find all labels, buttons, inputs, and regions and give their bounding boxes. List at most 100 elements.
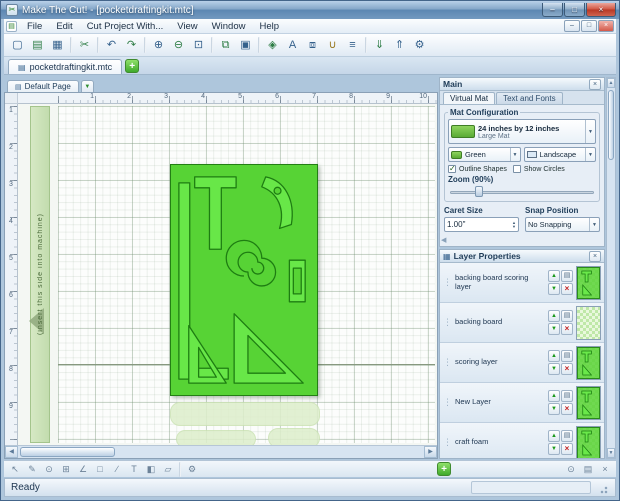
- rect-template-shape[interactable]: [288, 259, 306, 303]
- layer-move-down-button[interactable]: ▼: [548, 403, 560, 415]
- v-scrollbar-track[interactable]: [607, 88, 615, 448]
- layer-drag-handle[interactable]: ⋮: [443, 317, 452, 328]
- layer-visibility-button[interactable]: ▤: [561, 390, 573, 402]
- import-icon[interactable]: ⇓: [370, 36, 389, 55]
- maximize-button[interactable]: □: [564, 3, 585, 17]
- zoom-out-icon[interactable]: ⊖: [169, 36, 188, 55]
- fill-tool-icon[interactable]: ◧: [143, 462, 159, 477]
- layer-thumbnail[interactable]: [576, 345, 601, 380]
- page-tab[interactable]: ▤ Default Page: [7, 80, 79, 92]
- wrench-icon[interactable]: ⚙: [184, 462, 200, 477]
- page-list-dropdown-button[interactable]: ▼: [80, 80, 94, 92]
- french-curve-shape[interactable]: [261, 176, 293, 230]
- close-layers-icon[interactable]: ×: [597, 462, 613, 477]
- menu-item[interactable]: Cut Project With...: [80, 20, 171, 33]
- layer-visibility-button[interactable]: ▤: [561, 310, 573, 322]
- zoom-tool-icon[interactable]: ⊙: [41, 462, 57, 477]
- mdi-close-button[interactable]: ×: [598, 20, 614, 32]
- settings-icon[interactable]: ⚙: [410, 36, 429, 55]
- layer-delete-button[interactable]: ×: [561, 403, 573, 415]
- close-layers-panel-button[interactable]: ×: [589, 250, 601, 262]
- layer-move-down-button[interactable]: ▼: [548, 283, 560, 295]
- layer-visibility-button[interactable]: ▤: [561, 430, 573, 442]
- h-scrollbar-thumb[interactable]: [20, 447, 115, 457]
- redo-icon[interactable]: ↷: [122, 36, 141, 55]
- menu-item[interactable]: Edit: [49, 20, 79, 33]
- select-tool-icon[interactable]: ↖: [7, 462, 23, 477]
- layer-move-down-button[interactable]: ▼: [548, 363, 560, 375]
- layer-delete-button[interactable]: ×: [561, 283, 573, 295]
- mat-color-dropdown[interactable]: Green ▼: [448, 147, 521, 162]
- print-mat-icon[interactable]: ▤: [580, 462, 596, 477]
- eraser-tool-icon[interactable]: ▱: [160, 462, 176, 477]
- layer-delete-button[interactable]: ×: [561, 323, 573, 335]
- collapse-panel-arrow[interactable]: ◀: [441, 236, 446, 244]
- layer-row[interactable]: ⋮ scoring layer ▲ ▤ ▼ ×: [440, 343, 604, 383]
- layer-move-up-button[interactable]: ▲: [548, 310, 560, 322]
- zoom-layers-icon[interactable]: ⊙: [563, 462, 579, 477]
- group-icon[interactable]: ⧈: [303, 36, 322, 55]
- minimize-button[interactable]: –: [542, 3, 563, 17]
- show-circles-checkbox[interactable]: ✓ Show Circles: [512, 165, 565, 173]
- layer-drag-handle[interactable]: ⋮: [443, 357, 452, 368]
- scroll-right-button[interactable]: ▶: [424, 446, 437, 458]
- v-scrollbar-thumb[interactable]: [608, 90, 614, 160]
- measure-tool-icon[interactable]: ∠: [75, 462, 91, 477]
- menu-item[interactable]: File: [20, 20, 49, 33]
- layer-move-up-button[interactable]: ▲: [548, 350, 560, 362]
- align-icon[interactable]: ≡: [343, 36, 362, 55]
- h-scrollbar-track[interactable]: [18, 446, 424, 458]
- save-file-icon[interactable]: ▦: [48, 36, 67, 55]
- layer-drag-handle[interactable]: ⋮: [443, 277, 452, 288]
- mdi-restore-button[interactable]: □: [581, 20, 597, 32]
- layer-move-up-button[interactable]: ▲: [548, 270, 560, 282]
- zoom-slider-track[interactable]: [450, 191, 594, 194]
- layer-move-up-button[interactable]: ▲: [548, 430, 560, 442]
- new-project-tab-button[interactable]: +: [125, 59, 140, 73]
- layer-drag-handle[interactable]: ⋮: [443, 437, 452, 448]
- zoom-slider-thumb[interactable]: [474, 186, 483, 197]
- document-tab[interactable]: ▤ pocketdraftingkit.mtc: [8, 59, 123, 74]
- layer-thumbnail[interactable]: [576, 385, 601, 420]
- close-main-panel-button[interactable]: ×: [589, 78, 601, 90]
- weld-icon[interactable]: ∪: [323, 36, 342, 55]
- horizontal-scrollbar[interactable]: ◀ ▶: [5, 445, 437, 458]
- t-square-shape[interactable]: [194, 176, 237, 250]
- shape-tool-icon[interactable]: □: [92, 462, 108, 477]
- line-tool-icon[interactable]: ∕: [109, 462, 125, 477]
- layer-thumbnail[interactable]: [576, 265, 601, 300]
- export-icon[interactable]: ⇑: [390, 36, 409, 55]
- close-button[interactable]: ×: [586, 3, 616, 17]
- text-tool-icon[interactable]: A: [283, 36, 302, 55]
- layer-thumbnail[interactable]: [576, 305, 601, 340]
- layer-visibility-button[interactable]: ▤: [561, 270, 573, 282]
- caret-size-input[interactable]: 1.00" ▲ ▼: [444, 217, 519, 232]
- open-file-icon[interactable]: ▤: [28, 36, 47, 55]
- node-edit-tool-icon[interactable]: ✎: [24, 462, 40, 477]
- vertical-scrollbar[interactable]: ▲ ▼: [606, 77, 616, 459]
- shapes-library-icon[interactable]: ◈: [263, 36, 282, 55]
- layer-delete-button[interactable]: ×: [561, 363, 573, 375]
- layer-row[interactable]: ⋮ backing board ▲ ▤ ▼ ×: [440, 303, 604, 343]
- mat-size-dropdown[interactable]: 24 inches by 12 inches Large Mat ▼: [448, 119, 596, 144]
- layer-row[interactable]: ⋮ craft foam ▲ ▤ ▼ ×: [440, 423, 604, 458]
- virtual-mat-grid[interactable]: [58, 106, 435, 445]
- layer-move-down-button[interactable]: ▼: [548, 443, 560, 455]
- paste-icon[interactable]: ▣: [236, 36, 255, 55]
- undo-icon[interactable]: ↶: [102, 36, 121, 55]
- menu-item[interactable]: View: [170, 20, 204, 33]
- outline-shapes-checkbox[interactable]: ✓ Outline Shapes: [448, 164, 507, 173]
- layer-visibility-button[interactable]: ▤: [561, 350, 573, 362]
- layer-row[interactable]: ⋮ backing board scoring layer ▲ ▤ ▼ ×: [440, 263, 604, 303]
- layer-thumbnail[interactable]: [576, 425, 601, 458]
- snap-position-dropdown[interactable]: No Snapping ▼: [525, 217, 600, 232]
- page-shapes-group[interactable]: [170, 164, 318, 396]
- canvas-viewport[interactable]: (insert this side into machine): [18, 104, 437, 445]
- orientation-dropdown[interactable]: Landscape ▼: [523, 147, 596, 162]
- new-file-icon[interactable]: ▢: [8, 36, 27, 55]
- menu-item[interactable]: Window: [205, 20, 253, 33]
- panel-tab[interactable]: Text and Fonts: [496, 92, 563, 104]
- zoom-fit-icon[interactable]: ⊡: [189, 36, 208, 55]
- zoom-in-icon[interactable]: ⊕: [149, 36, 168, 55]
- text-insert-tool-icon[interactable]: T: [126, 462, 142, 477]
